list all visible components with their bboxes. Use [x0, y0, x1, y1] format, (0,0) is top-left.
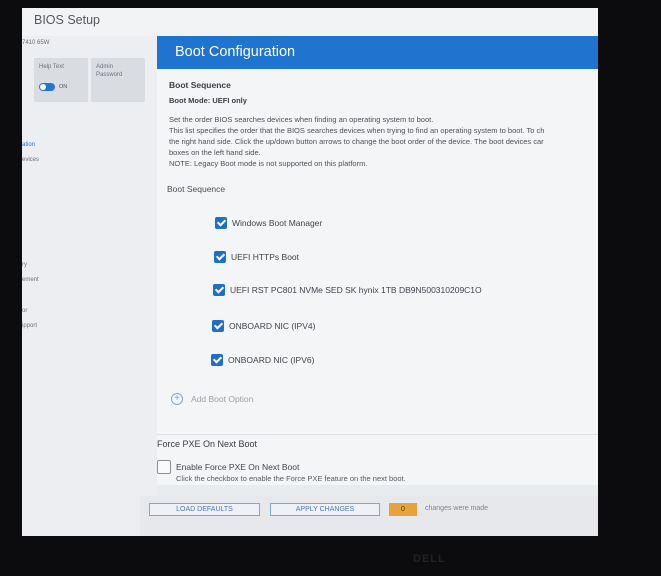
title-bar: BIOS Setup [22, 8, 598, 36]
bios-screen: BIOS Setup 7410 65W Help Text ON Admin P… [22, 8, 598, 536]
admin-password-tile[interactable]: Admin Password [91, 58, 145, 102]
legacy-note: NOTE: Legacy Boot mode is not supported … [169, 159, 368, 168]
description-line: boxes on the left hand side. [169, 148, 261, 157]
sidebar: 7410 65W Help Text ON Admin Password ati… [22, 36, 157, 536]
load-defaults-button[interactable]: LOAD DEFAULTS [149, 503, 260, 516]
help-text-state: ON [59, 84, 68, 90]
force-pxe-checkbox[interactable] [157, 460, 171, 474]
admin-password-label: Admin Password [96, 64, 123, 78]
boot-option-checkbox[interactable] [213, 284, 225, 296]
description-line: the right hand side. Click the up/down b… [169, 137, 544, 146]
change-count-badge: 0 [389, 503, 417, 516]
boot-option-label: ONBOARD NIC (IPV6) [228, 355, 315, 365]
plus-circle-icon: + [171, 393, 183, 405]
boot-option-checkbox[interactable] [214, 251, 226, 263]
boot-sequence-label: Boot Sequence [167, 184, 226, 194]
sidebar-item-monitor[interactable]: or [22, 308, 27, 314]
panel-header: Boot Configuration [157, 36, 598, 69]
sidebar-item-configuration[interactable]: ation [22, 142, 35, 148]
description-line: This list specifies the order that the B… [169, 126, 545, 135]
force-pxe-help-text: Click the checkbox to enable the Force P… [176, 474, 406, 483]
help-text-tile[interactable]: Help Text ON [34, 58, 88, 102]
sidebar-item-devices[interactable]: evices [22, 157, 39, 163]
changes-status-text: changes were made [425, 505, 489, 512]
boot-option-checkbox[interactable] [215, 217, 227, 229]
sidebar-item-support[interactable]: ipport [22, 323, 37, 329]
description-line: Set the order BIOS searches devices when… [169, 115, 434, 124]
section-divider [157, 434, 598, 435]
panel-title: Boot Configuration [175, 44, 296, 60]
boot-mode-text: Boot Mode: UEFI only [169, 96, 247, 105]
pxe-section-title: Force PXE On Next Boot [157, 439, 258, 449]
boot-option-checkbox[interactable] [212, 320, 224, 332]
footer-bar: LOAD DEFAULTS APPLY CHANGES 0 changes we… [140, 496, 598, 536]
sidebar-item-security[interactable]: ry [22, 262, 27, 268]
boot-configuration-panel: Boot Configuration Boot Sequence Boot Mo… [157, 36, 598, 485]
app-title: BIOS Setup [34, 13, 101, 27]
boot-option-label: Windows Boot Manager [232, 218, 323, 228]
force-pxe-label: Enable Force PXE On Next Boot [176, 462, 300, 472]
dell-logo: DELL [413, 553, 446, 565]
help-text-label: Help Text [39, 64, 64, 70]
help-text-toggle[interactable] [39, 83, 55, 91]
section-title: Boot Sequence [169, 80, 231, 90]
apply-changes-button[interactable]: APPLY CHANGES [270, 503, 380, 516]
boot-option-label: UEFI HTTPs Boot [231, 252, 300, 262]
model-label: 7410 65W [22, 40, 50, 46]
sidebar-item-management[interactable]: ement [22, 277, 39, 283]
boot-option-label: UEFI RST PC801 NVMe SED SK hynix 1TB DB9… [230, 285, 482, 295]
add-boot-option-label: Add Boot Option [191, 394, 254, 404]
boot-option-checkbox[interactable] [211, 354, 223, 366]
boot-option-label: ONBOARD NIC (IPV4) [229, 321, 316, 331]
